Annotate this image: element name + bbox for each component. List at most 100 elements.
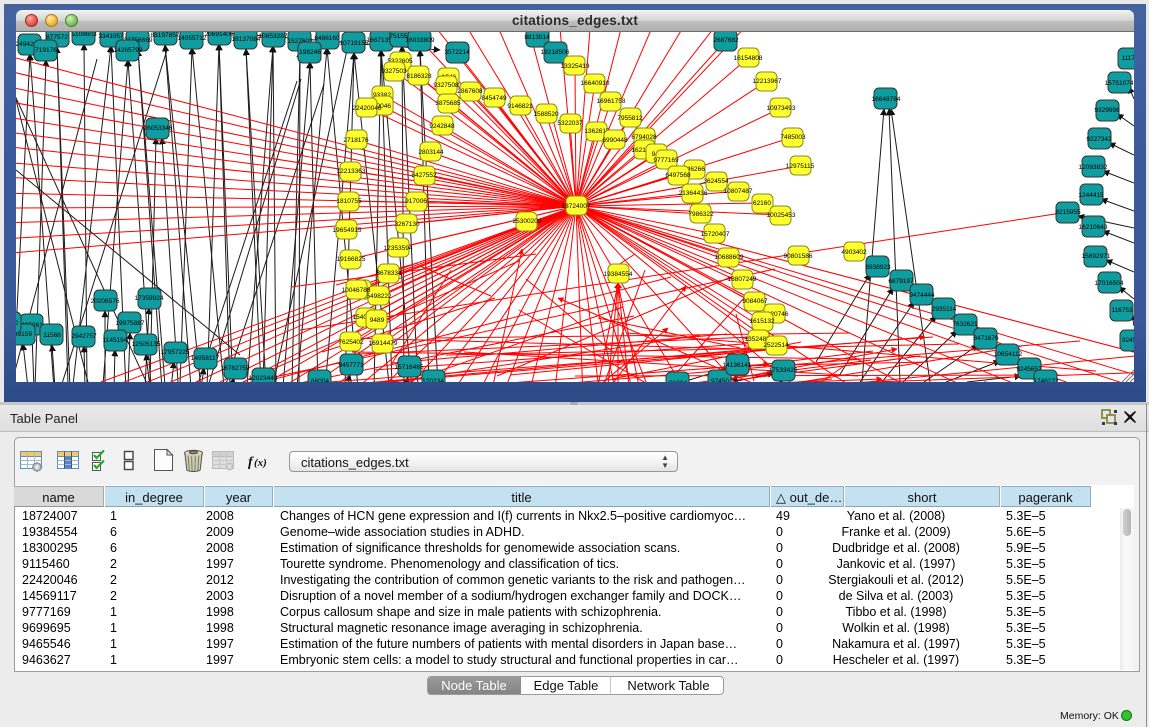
svg-text:8471676: 8471676 [973,335,999,342]
svg-text:16210643: 16210643 [1079,224,1108,231]
svg-text:15692971: 15692971 [1082,253,1111,260]
svg-text:1244415: 1244415 [1078,192,1104,199]
svg-text:6879197: 6879197 [888,278,914,285]
svg-text:18807249: 18807249 [728,276,757,283]
svg-text:12213967: 12213967 [753,78,782,85]
svg-text:2718176: 2718176 [343,137,369,144]
svg-text:5322037: 5322037 [557,120,583,127]
svg-text:8813014: 8813014 [524,34,550,41]
svg-text:1810755: 1810755 [336,198,362,205]
svg-text:90801586: 90801586 [784,253,813,260]
svg-text:15720407: 15720407 [701,231,730,238]
svg-text:3572214: 3572214 [444,49,470,56]
svg-text:(x): (x) [254,457,267,469]
svg-text:14265799: 14265799 [114,47,143,54]
svg-text:19975887: 19975887 [116,320,145,327]
svg-text:7955812: 7955812 [617,115,643,122]
svg-text:2867608: 2867608 [457,88,483,95]
svg-text:8186328: 8186328 [406,73,432,80]
svg-text:8454749: 8454749 [481,95,507,102]
svg-text:97450: 97450 [711,378,729,382]
svg-text:11568: 11568 [43,332,61,339]
svg-text:6990448: 6990448 [602,137,628,144]
svg-text:2687682: 2687682 [713,37,739,44]
svg-text:9084067: 9084067 [742,298,768,305]
svg-text:719176: 719176 [35,47,57,54]
svg-text:16914479: 16914479 [369,340,398,347]
svg-text:92450: 92450 [1122,337,1134,344]
svg-text:17359924: 17359924 [135,295,164,302]
svg-text:116753: 116753 [1111,307,1133,314]
svg-text:19218506: 19218506 [541,49,570,56]
svg-text:3267130: 3267130 [394,221,420,228]
svg-text:13325419: 13325419 [561,63,590,70]
svg-text:5498222: 5498222 [366,293,392,300]
svg-text:8215955: 8215955 [1055,209,1081,216]
svg-text:12213363: 12213363 [337,168,366,175]
svg-text:86004: 86004 [311,378,329,382]
svg-text:2522514: 2522514 [763,342,789,349]
svg-text:9327503: 9327503 [381,68,407,75]
svg-text:15751074: 15751074 [1105,80,1134,87]
svg-text:17957225: 17957225 [161,349,190,356]
svg-text:5108603: 5108603 [71,32,97,38]
svg-text:1615132: 1615132 [749,318,775,325]
svg-text:14958117: 14958117 [191,355,220,362]
svg-text:19166825: 19166825 [337,256,366,263]
svg-text:1145194: 1145194 [103,337,128,344]
svg-text:18724007: 18724007 [562,203,591,210]
svg-text:25300203: 25300203 [513,218,542,225]
svg-text:9777169: 9777169 [653,157,679,164]
svg-text:18137084: 18137084 [232,36,261,43]
svg-text:16640910: 16640910 [581,80,610,87]
svg-text:10025453: 10025453 [767,212,796,219]
svg-text:4903402: 4903402 [841,249,867,256]
svg-text:10688609: 10688609 [715,254,744,261]
svg-text:12505135: 12505135 [132,341,161,348]
svg-text:7986322: 7986322 [688,211,714,218]
svg-text:198246: 198246 [299,49,321,56]
svg-text:11175: 11175 [1121,55,1134,62]
svg-text:83197857: 83197857 [151,32,180,39]
svg-text:3624554: 3624554 [703,178,729,185]
svg-text:12975115: 12975115 [786,163,815,170]
svg-text:1746272: 1746272 [1033,378,1059,382]
svg-text:12023448: 12023448 [249,375,278,382]
svg-text:6497568: 6497568 [665,172,691,179]
svg-text:14136141: 14136141 [723,362,752,369]
svg-text:10973493: 10973493 [767,105,796,112]
svg-text:120234: 120234 [422,378,444,382]
svg-text:2935114: 2935114 [932,306,957,313]
svg-text:22420046: 22420046 [353,105,382,112]
svg-text:8678334: 8678334 [376,270,402,277]
svg-text:20206576: 20206576 [91,298,120,305]
svg-text:917006: 917006 [405,198,427,205]
svg-text:10807487: 10807487 [724,188,753,195]
svg-text:6466160: 6466160 [314,35,340,42]
svg-text:86004: 86004 [669,380,687,382]
svg-text:2942757: 2942757 [71,333,97,340]
svg-text:21364436: 21364436 [679,190,708,197]
svg-text:7632621: 7632621 [952,321,978,328]
svg-text:16782759: 16782759 [221,365,250,372]
svg-text:9242848: 9242848 [429,123,455,130]
svg-text:26053346: 26053346 [144,125,173,132]
svg-text:10853287: 10853287 [259,33,288,40]
svg-text:9146821: 9146821 [507,103,533,110]
svg-text:62160: 62160 [753,200,771,207]
svg-text:9457771: 9457771 [338,362,364,369]
svg-text:8427552: 8427552 [411,172,437,179]
svg-text:16961758: 16961758 [597,98,626,105]
svg-text:17533426: 17533426 [769,367,798,374]
svg-text:10719155: 10719155 [340,40,369,47]
svg-text:15716485: 15716485 [395,364,424,371]
svg-text:16154808: 16154808 [734,55,763,62]
svg-text:16648784: 16648784 [872,96,901,103]
svg-text:19654915: 19654915 [333,227,362,234]
svg-text:8938923: 8938923 [865,264,891,271]
svg-text:12093832: 12093832 [1079,164,1108,171]
svg-text:7625402: 7625402 [338,339,364,346]
svg-text:7485003: 7485003 [780,134,806,141]
svg-text:20691406: 20691406 [205,32,234,38]
svg-text:19384554: 19384554 [604,271,633,278]
